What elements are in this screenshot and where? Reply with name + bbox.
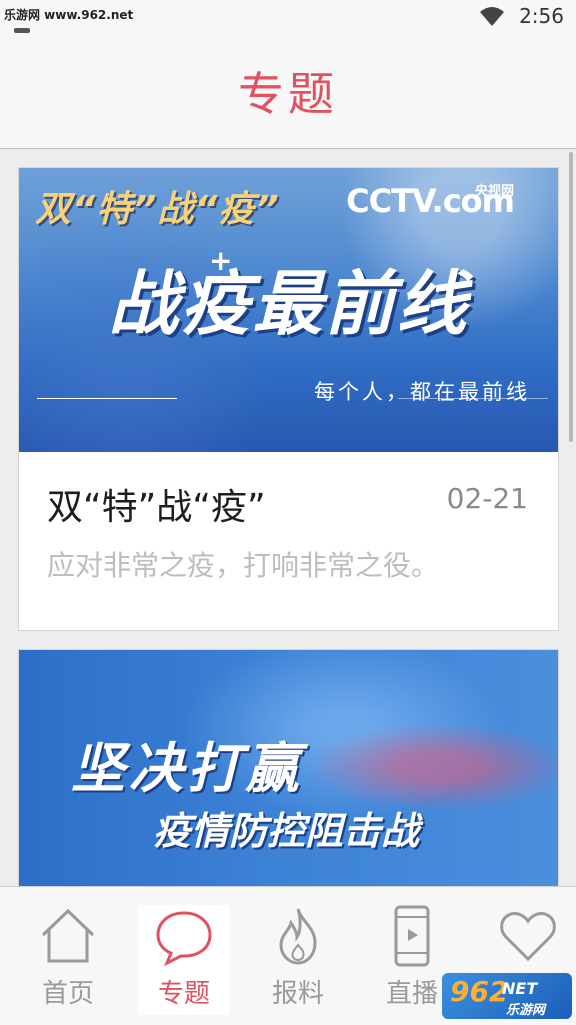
nav-item-report[interactable]: 报料: [252, 905, 344, 1015]
banner-headline: 双“特”战“疫”: [35, 189, 280, 230]
topic-banner-image[interactable]: 坚决打赢 疫情防控阻击战: [19, 650, 558, 886]
page-title: 专题: [238, 67, 338, 121]
status-time: 2:56: [519, 4, 564, 28]
topic-card[interactable]: 双“特”战“疫” CCTV.com 央视网 + 战疫最前线 每个人，都在最前线 …: [18, 167, 559, 631]
nav-label: 报料: [271, 979, 324, 1009]
cctv-logo: CCTV.com 央视网: [346, 182, 515, 220]
logo-cn-text: 央视网: [474, 184, 514, 199]
page-header: 专题: [0, 34, 576, 149]
topic-card[interactable]: 坚决打赢 疫情防控阻击战: [18, 649, 559, 886]
home-icon: [41, 908, 95, 963]
nav-item-topics[interactable]: 专题: [138, 905, 230, 1015]
flame-icon: [279, 908, 317, 965]
scrollbar[interactable]: [569, 152, 573, 442]
wifi-icon: [480, 7, 505, 26]
topic-list[interactable]: 双“特”战“疫” CCTV.com 央视网 + 战疫最前线 每个人，都在最前线 …: [0, 149, 576, 886]
nav-item-home[interactable]: 首页: [22, 905, 114, 1015]
status-bar: 乐游网 www.962.net 2:56: [0, 0, 576, 34]
banner-headline: 坚决打赢: [71, 736, 303, 800]
app-notification-icon: [14, 28, 30, 33]
banner-main-text: 战疫最前线: [108, 262, 469, 345]
topic-title[interactable]: 双“特”战“疫”: [47, 478, 266, 530]
heart-icon: [500, 912, 556, 962]
watermark-net: NET: [502, 979, 538, 998]
nav-label: 首页: [41, 979, 94, 1009]
chat-bubble-icon: [156, 911, 212, 967]
bottom-nav: 首页 专题 报料 直播 我的 962 NET 乐游网: [0, 886, 576, 1025]
nav-label: 专题: [157, 979, 210, 1009]
topic-date: 02-21: [446, 482, 528, 515]
phone-play-icon: [394, 905, 430, 967]
watermark-text: 乐游网 www.962.net: [4, 8, 134, 22]
banner-divider: [37, 398, 177, 399]
topic-banner-image[interactable]: 双“特”战“疫” CCTV.com 央视网 + 战疫最前线 每个人，都在最前线: [19, 168, 558, 452]
topic-description: 应对非常之疫，打响非常之役。: [47, 549, 440, 582]
banner-subtitle: 疫情防控阻击战: [153, 809, 420, 853]
status-indicators: 2:56: [479, 4, 564, 28]
banner-subtitle: 每个人，都在最前线: [314, 380, 530, 404]
watermark-cn: 乐游网: [506, 1003, 546, 1018]
site-watermark-logo: 962 NET 乐游网: [442, 973, 572, 1019]
watermark-brand: 962: [450, 975, 509, 1008]
card-body[interactable]: 双“特”战“疫” 02-21 应对非常之疫，打响非常之役。: [19, 452, 558, 630]
